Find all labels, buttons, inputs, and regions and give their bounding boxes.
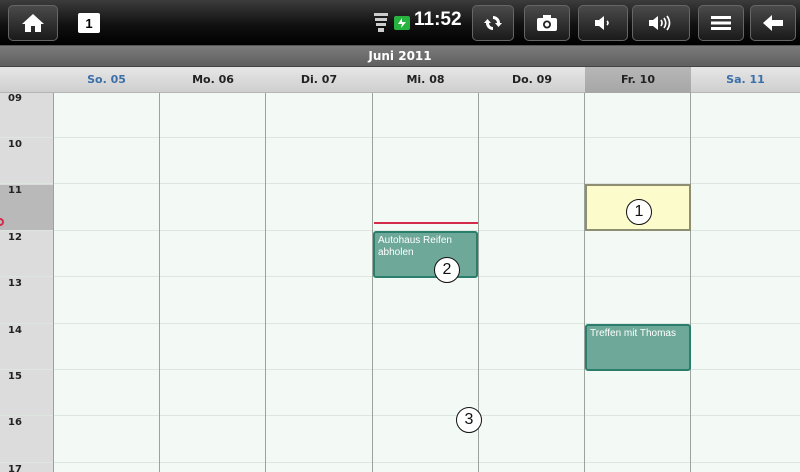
day-header-sun[interactable]: So. 05 (53, 67, 160, 93)
hour-label: 12 (8, 232, 22, 243)
volume-down-icon (595, 16, 609, 30)
sync-button[interactable] (472, 5, 514, 41)
callout-1: 1 (626, 199, 652, 225)
current-time-line (374, 222, 478, 224)
volume-up-icon (649, 15, 671, 31)
day-header: So. 05 Mo. 06 Di. 07 Mi. 08 Do. 09 Fr. 1… (0, 67, 800, 93)
hour-label: 13 (8, 278, 22, 289)
home-icon (22, 14, 44, 32)
volume-down-button[interactable] (578, 5, 628, 41)
hour-line (0, 415, 800, 416)
day-divider (690, 93, 691, 472)
event-treffen-thomas[interactable]: Treffen mit Thomas (585, 324, 691, 371)
event-autohaus-reifen[interactable]: Autohaus Reifen abholen (373, 231, 478, 278)
hour-label: 17 (8, 464, 22, 472)
wifi-icon (374, 13, 388, 33)
hour-label: 15 (8, 371, 22, 382)
hour-line (0, 137, 800, 138)
day-header-thu[interactable]: Do. 09 (479, 67, 585, 93)
day-divider (159, 93, 160, 472)
day-divider (584, 93, 585, 472)
hour-label: 09 (8, 93, 22, 104)
month-title: Juni 2011 (0, 46, 800, 67)
day-header-wed[interactable]: Mi. 08 (372, 67, 479, 93)
day-header-sat[interactable]: Sa. 11 (691, 67, 800, 93)
day-divider (265, 93, 266, 472)
screenshot-button[interactable] (524, 5, 570, 41)
camera-icon (537, 15, 557, 31)
back-arrow-icon (763, 15, 783, 31)
hour-label: 10 (8, 139, 22, 150)
clock-time: 11:52 (414, 9, 462, 30)
week-grid[interactable]: 09 10 11 12 13 14 15 16 17 Autohaus Reif… (0, 93, 800, 472)
day-divider (53, 93, 54, 472)
menu-button[interactable] (698, 5, 744, 41)
notification-icon[interactable]: 1 (78, 13, 100, 33)
notification-badge: 1 (85, 15, 93, 31)
sync-icon (484, 16, 502, 30)
volume-up-button[interactable] (632, 5, 690, 41)
hour-line (0, 462, 800, 463)
day-header-tue[interactable]: Di. 07 (266, 67, 372, 93)
day-divider (372, 93, 373, 472)
day-header-fri[interactable]: Fr. 10 (585, 67, 691, 93)
hour-label: 11 (8, 185, 22, 196)
hour-label: 16 (8, 417, 22, 428)
menu-icon (711, 16, 731, 30)
back-button[interactable] (750, 5, 796, 41)
callout-3: 3 (456, 407, 482, 433)
home-button[interactable] (8, 5, 58, 41)
day-header-mon[interactable]: Mo. 06 (160, 67, 266, 93)
event-title: Treffen mit Thomas (590, 328, 676, 339)
battery-icon (393, 14, 411, 32)
callout-2: 2 (434, 257, 460, 283)
status-bar: 1 11:52 (0, 0, 800, 46)
hour-label: 14 (8, 325, 22, 336)
event-title: Autohaus Reifen abholen (378, 235, 452, 258)
